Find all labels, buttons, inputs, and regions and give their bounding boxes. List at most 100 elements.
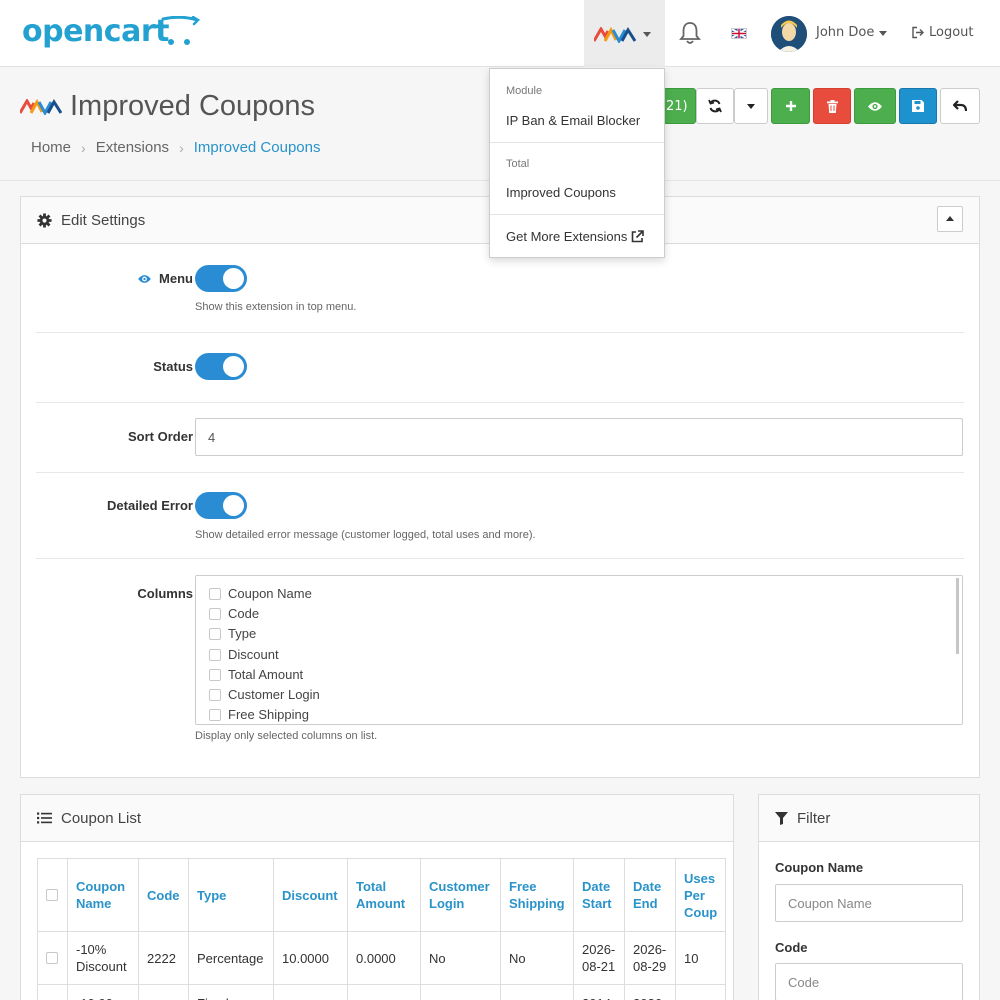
column-header[interactable]: Uses Per Coup — [674, 858, 727, 932]
checkbox[interactable] — [209, 668, 221, 681]
status-toggle[interactable] — [195, 353, 247, 380]
trash-icon — [826, 99, 838, 113]
eye-icon — [138, 274, 151, 283]
column-option-label: Code — [228, 606, 260, 621]
opencart-logo[interactable]: opencart — [22, 14, 169, 49]
dropdown-divider — [490, 214, 664, 215]
column-header[interactable]: Free Shipping — [500, 858, 574, 932]
coupon-name-filter-input[interactable]: Coupon Name — [775, 884, 963, 922]
breadcrumb-current[interactable]: Improved Coupons — [194, 139, 321, 156]
extensions-menu-toggle[interactable] — [584, 0, 665, 67]
detailed-error-label-text: Detailed Error — [107, 498, 193, 513]
dropdown-item-get-more[interactable]: Get More Extensions — [506, 229, 645, 244]
columns-label-text: Columns — [137, 586, 193, 601]
table-cell — [500, 984, 574, 1000]
partial-green-button[interactable]: 21) — [663, 88, 696, 124]
table-header-row: Coupon Name Code Type Discount Total Amo… — [37, 858, 727, 932]
column-option[interactable]: Free Shipping — [209, 707, 309, 722]
delete-button[interactable] — [813, 88, 851, 124]
chevron-down-icon[interactable] — [879, 31, 887, 36]
refresh-button[interactable] — [696, 88, 734, 124]
columns-help: Display only selected columns on list. — [195, 730, 378, 742]
checkbox[interactable] — [209, 627, 221, 640]
dropdown-item-improved-coupons[interactable]: Improved Coupons — [506, 185, 616, 200]
avatar[interactable] — [771, 16, 807, 52]
detailed-error-toggle[interactable] — [195, 492, 247, 519]
filter-panel: Filter Coupon Name Coupon Name Code Code — [758, 794, 980, 1000]
flag-graphic — [732, 29, 746, 38]
uk-flag-icon[interactable] — [731, 28, 747, 39]
table-cell: 2026-08-29 — [624, 931, 676, 985]
columns-checklist[interactable]: Coupon Name Code Type Discount Total Amo… — [195, 575, 963, 725]
logout-label: Logout — [929, 25, 974, 40]
status-label-text: Status — [153, 359, 193, 374]
select-all-cell — [37, 858, 68, 932]
table-cell — [273, 984, 348, 1000]
more-actions-dropdown-button[interactable] — [734, 88, 768, 124]
column-header[interactable]: Code — [138, 858, 189, 932]
column-option-label: Customer Login — [228, 687, 320, 702]
coupon-name-filter-label: Coupon Name — [775, 860, 864, 875]
column-header[interactable]: Date End — [624, 858, 676, 932]
column-option[interactable]: Coupon Name — [209, 586, 312, 601]
breadcrumb-extensions[interactable]: Extensions — [96, 139, 169, 156]
column-option[interactable]: Customer Login — [209, 687, 320, 702]
column-option[interactable]: Code — [209, 606, 259, 621]
row-divider — [36, 558, 964, 559]
panel-title: Filter — [797, 809, 831, 827]
scrollbar[interactable] — [956, 578, 959, 654]
column-header[interactable]: Type — [188, 858, 274, 932]
breadcrumb-separator-icon: › — [81, 139, 86, 156]
save-button[interactable] — [899, 88, 937, 124]
add-button[interactable] — [771, 88, 810, 124]
checkbox[interactable] — [209, 648, 221, 661]
logout-link[interactable]: Logout — [911, 25, 974, 40]
column-option[interactable]: Type — [209, 626, 256, 641]
column-header[interactable]: Discount — [273, 858, 348, 932]
column-header[interactable]: Date Start — [573, 858, 625, 932]
sort-order-input[interactable]: 4 — [195, 418, 963, 456]
eye-icon — [868, 101, 882, 111]
user-name[interactable]: John Doe — [816, 25, 874, 40]
checkbox[interactable] — [209, 587, 221, 600]
table-cell: 2222 — [138, 931, 189, 985]
column-header[interactable]: Coupon Name — [67, 858, 139, 932]
chevron-down-icon — [643, 32, 651, 37]
row-select-cell — [37, 931, 68, 985]
table-cell: 10.0000 — [273, 931, 348, 985]
columns-label: Columns — [137, 586, 193, 601]
reply-icon — [953, 100, 967, 112]
row-divider — [36, 472, 964, 473]
menu-label-text: Menu — [159, 271, 193, 286]
menu-toggle[interactable] — [195, 265, 247, 292]
row-divider — [36, 332, 964, 333]
panel-heading: Filter — [759, 795, 979, 842]
checkbox[interactable] — [209, 607, 221, 620]
select-all-checkbox[interactable] — [46, 889, 58, 901]
status-label: Status — [153, 359, 193, 374]
dropdown-item-ip-ban[interactable]: IP Ban & Email Blocker — [506, 113, 640, 128]
column-option[interactable]: Total Amount — [209, 667, 303, 682]
breadcrumb-home[interactable]: Home — [31, 139, 71, 156]
view-button[interactable] — [854, 88, 896, 124]
table-cell: 2026-08-21 — [573, 931, 625, 985]
collapse-button[interactable] — [937, 206, 963, 232]
column-option[interactable]: Discount — [209, 647, 279, 662]
page-title-wrap: Improved Coupons — [20, 90, 315, 123]
checkbox[interactable] — [209, 708, 221, 721]
filter-icon — [775, 811, 788, 825]
row-checkbox[interactable] — [46, 952, 58, 964]
code-filter-input[interactable]: Code — [775, 963, 963, 1000]
table-cell: Percentage — [188, 931, 274, 985]
table-row: -10.00 Fixed 2014 2026 — [37, 984, 727, 1000]
table-cell — [347, 984, 421, 1000]
column-option-label: Free Shipping — [228, 707, 309, 722]
page-title: Improved Coupons — [70, 90, 316, 122]
column-header[interactable]: Total Amount — [347, 858, 421, 932]
coupon-table: Coupon Name Code Type Discount Total Amo… — [37, 858, 727, 1000]
checkbox[interactable] — [209, 688, 221, 701]
column-header[interactable]: Customer Login — [420, 858, 501, 932]
code-filter-label: Code — [775, 940, 808, 955]
back-button[interactable] — [940, 88, 980, 124]
bell-icon[interactable] — [679, 21, 701, 45]
